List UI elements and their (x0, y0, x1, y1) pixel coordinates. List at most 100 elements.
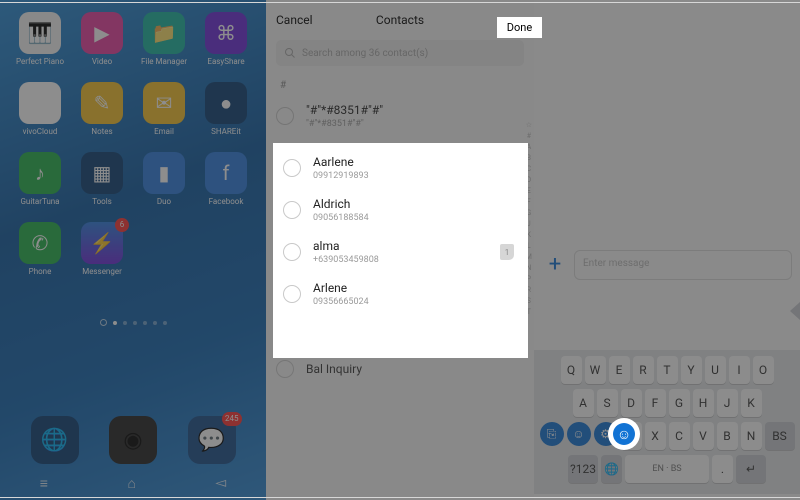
browser-icon: 🌐 (41, 428, 68, 453)
contact-row[interactable]: Aarlene 09912919893 (273, 147, 528, 189)
key-q[interactable]: Q (561, 356, 582, 384)
key-k[interactable]: K (741, 389, 762, 417)
globe-key[interactable]: 🌐 (601, 455, 622, 483)
app-email[interactable]: ✉ Email (134, 82, 194, 136)
android-navbar: ≡ ⌂ ◅ (0, 472, 266, 494)
key-e[interactable]: E (609, 356, 630, 384)
sim-indicator-icon: 1 (500, 244, 514, 260)
emoji-key[interactable]: ☺ (567, 422, 591, 446)
app-file-manager[interactable]: 📁File Manager (134, 12, 194, 66)
contact-name: Aldrich (313, 197, 369, 211)
radio-unchecked-icon[interactable] (276, 360, 294, 378)
contact-phone: 09356665024 (313, 297, 369, 307)
message-input[interactable]: Enter message (574, 250, 792, 280)
key-v[interactable]: V (693, 422, 714, 450)
app-vivocloud[interactable]: ☁vivoCloud (10, 82, 70, 136)
keyboard-collapse-handle[interactable] (790, 302, 800, 320)
app-label: EasyShare (207, 57, 244, 66)
dock-camera[interactable]: ◉ (109, 416, 157, 464)
radio-unchecked-icon[interactable] (283, 285, 301, 303)
key-y[interactable]: Y (681, 356, 702, 384)
app-label: Email (154, 127, 174, 136)
app-tools[interactable]: ▦Tools (72, 152, 132, 206)
key-r[interactable]: R (633, 356, 654, 384)
period-key[interactable]: . (712, 455, 733, 483)
key-i[interactable]: I (729, 356, 750, 384)
contact-phone: 09056188584 (313, 213, 369, 223)
home-screen: 🎹 Perfect Piano ▶Video📁File Manager ⌘ EasySh… (0, 0, 266, 500)
key-t[interactable]: T (657, 356, 678, 384)
clipboard-key[interactable]: ⎘ (540, 422, 564, 446)
app-messenger[interactable]: ⚡6Messenger (72, 222, 132, 276)
radio-unchecked-icon[interactable] (283, 159, 301, 177)
app-perfect-piano[interactable]: 🎹 Perfect Piano (10, 12, 70, 66)
app-icon: ▦ (81, 152, 123, 194)
key-c[interactable]: C (669, 422, 690, 450)
key-d[interactable]: D (621, 389, 642, 417)
dock-browser[interactable]: 🌐 (31, 416, 79, 464)
app-icon: ♪ (19, 152, 61, 194)
dock-messages[interactable]: 💬245 (188, 416, 236, 464)
symbols-key[interactable]: ?123 (568, 455, 598, 483)
radio-unchecked-icon[interactable] (283, 201, 301, 219)
contact-row[interactable]: Aldrich 09056188584 (273, 189, 528, 231)
nav-home-icon[interactable]: ⌂ (127, 475, 135, 492)
page-indicator (0, 310, 266, 329)
app-guitartuna[interactable]: ♪GuitarTuna (10, 152, 70, 206)
highlighted-contacts: Aarlene 09912919893 Aldrich 09056188584 alma… (273, 143, 528, 358)
contact-name: Aarlene (313, 155, 369, 169)
app-duo[interactable]: ▮Duo (134, 152, 194, 206)
compose-screen: + Enter message QWERTYUIO ASDFGHJK ⎘☺⚙ZX… (534, 0, 800, 500)
app-phone[interactable]: ✆Phone (10, 222, 70, 276)
key-u[interactable]: U (705, 356, 726, 384)
contact-phone: 09912919893 (313, 171, 369, 181)
enter-key[interactable]: ↵ (736, 455, 766, 483)
app-icon: ● (205, 82, 247, 124)
contact-name: alma (313, 239, 379, 253)
contact-phone: +639053459808 (313, 255, 379, 265)
done-button[interactable]: Done (497, 17, 542, 38)
app-icon: ✆ (19, 222, 61, 264)
contact-row[interactable]: "#"*#8351#"#" "#"*#8351#"#" (266, 95, 534, 137)
emoji-icon: ☺ (613, 423, 635, 445)
add-attachment-button[interactable]: + (542, 252, 568, 278)
contact-row[interactable]: alma +639053459808 1 (273, 231, 528, 273)
app-video[interactable]: ▶Video (72, 12, 132, 66)
key-h[interactable]: H (693, 389, 714, 417)
key-a[interactable]: A (573, 389, 594, 417)
app-facebook[interactable]: fFacebook (196, 152, 256, 206)
key-o[interactable]: O (753, 356, 774, 384)
key-j[interactable]: J (717, 389, 738, 417)
radio-unchecked-icon[interactable] (283, 243, 301, 261)
emoji-key-highlight[interactable]: ☺ (608, 418, 640, 450)
backspace-key[interactable]: BS (765, 422, 795, 450)
app-easyshare[interactable]: ⌘ EasyShare (196, 12, 256, 66)
app-label: Perfect Piano (16, 57, 64, 66)
app-shareit[interactable]: ● SHAREit (196, 82, 256, 136)
contact-row[interactable]: Arlene09356665024 (273, 273, 528, 315)
app-icon: 🎹 (19, 12, 61, 54)
key-n[interactable]: N (741, 422, 762, 450)
app-icon: ▮ (143, 152, 185, 194)
key-f[interactable]: F (645, 389, 666, 417)
app-label: SHAREit (211, 127, 241, 136)
search-input[interactable]: Search among 36 contact(s) (276, 40, 524, 66)
app-icon: 📁 (143, 12, 185, 54)
app-icon: ⚡6 (81, 222, 123, 264)
page-title: Contacts (266, 13, 534, 27)
app-notes[interactable]: ✎Notes (72, 82, 132, 136)
radio-unchecked-icon[interactable] (276, 107, 294, 125)
key-w[interactable]: W (585, 356, 606, 384)
key-b[interactable]: B (717, 422, 738, 450)
onscreen-keyboard: QWERTYUIO ASDFGHJK ⎘☺⚙ZXCVBNBS ?123🌐EN ·… (534, 350, 800, 494)
key-x[interactable]: X (645, 422, 666, 450)
nav-back-icon[interactable]: ◅ (215, 475, 226, 491)
messages-icon: 💬 (198, 428, 225, 453)
nav-recent-icon[interactable]: ≡ (40, 475, 48, 492)
app-icon: ⌘ (205, 12, 247, 54)
spacebar-key[interactable]: EN · BS (625, 455, 709, 483)
key-g[interactable]: G (669, 389, 690, 417)
key-s[interactable]: S (597, 389, 618, 417)
badge: 245 (222, 412, 242, 426)
app-icon: ✉ (143, 82, 185, 124)
